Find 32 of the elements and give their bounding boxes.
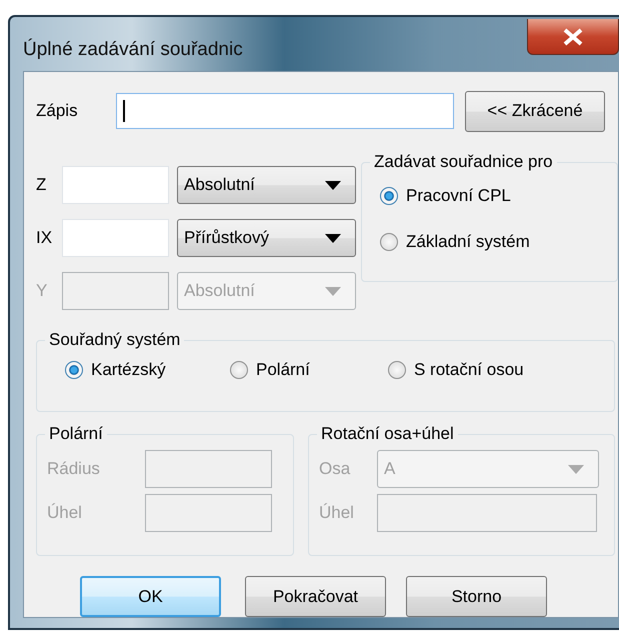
field-label: Úhel [47, 503, 83, 523]
radio-option[interactable]: Základní systém [380, 232, 617, 252]
radio-option[interactable]: S rotační osou [388, 360, 524, 380]
dialog-button[interactable]: Pokračovat [245, 576, 386, 617]
dropdown-arrow-icon [325, 234, 341, 242]
radio-option[interactable]: Kartézský [65, 360, 230, 380]
entry-label: Zápis [36, 101, 79, 121]
radio-option[interactable]: Pracovní CPL [380, 186, 617, 206]
field-label: Osa [319, 459, 352, 479]
group-title: Zadávat souřadnice pro [373, 152, 554, 172]
close-button[interactable] [527, 19, 619, 55]
mode-dropdown[interactable]: Přírůstkový [177, 219, 356, 257]
axis-label: Y [36, 281, 48, 301]
dropdown-arrow-icon [325, 180, 341, 190]
axis-value-field[interactable] [62, 272, 169, 310]
axis-label: Z [36, 175, 48, 195]
close-icon [562, 28, 584, 46]
group-title: Rotační osa+úhel [320, 424, 455, 444]
field-label: Rádius [47, 459, 101, 479]
entry-field[interactable] [116, 93, 454, 129]
group-title: Souřadný systém [48, 330, 182, 350]
shorten-button[interactable]: << Zkrácené [465, 90, 605, 132]
group-title: Polární [48, 424, 104, 444]
axis-label: IX [36, 228, 54, 248]
radio-option[interactable]: Polární [230, 360, 388, 380]
mode-dropdown[interactable]: Absolutní [177, 166, 356, 204]
field-label: Úhel [319, 503, 355, 523]
dialog-button[interactable]: Storno [406, 576, 547, 617]
dialog-button[interactable]: OK [80, 576, 221, 617]
dropdown-arrow-icon [325, 286, 341, 296]
window-title: Úplné zadávání souřadnic [23, 39, 243, 61]
dropdown-arrow-icon [568, 464, 584, 474]
